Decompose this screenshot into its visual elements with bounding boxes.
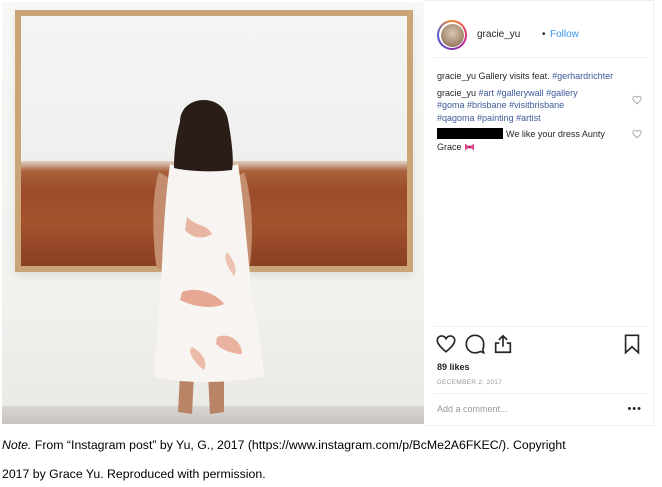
- comment-username[interactable]: gracie_yu: [437, 71, 476, 81]
- add-comment-bar: Add a comment... •••: [433, 393, 648, 424]
- post-actions: 89 likes DECEMBER 2, 2017 Add a comment.…: [433, 326, 648, 423]
- avatar-image: [440, 23, 464, 47]
- comment-bubble-icon[interactable]: [464, 333, 486, 355]
- woman-figure: [153, 99, 264, 414]
- hashtag[interactable]: #art: [479, 88, 495, 98]
- note-line-2: 2017 by Grace Yu. Reproduced with permis…: [2, 467, 266, 481]
- post-side-panel: gracie_yu • Follow gracie_yu Gallery vis…: [433, 8, 648, 423]
- hashtag[interactable]: #qagoma: [437, 113, 475, 123]
- avatar[interactable]: [437, 20, 467, 50]
- note-line-1: Note. From “Instagram post” by Yu, G., 2…: [2, 431, 660, 460]
- hashtag[interactable]: #brisbane: [467, 100, 507, 110]
- header-username[interactable]: gracie_yu: [477, 29, 520, 40]
- hashtag[interactable]: #painting: [477, 113, 514, 123]
- more-options-button[interactable]: •••: [627, 403, 642, 415]
- hashtag[interactable]: #goma: [437, 100, 465, 110]
- friend-comment: We like your dress Aunty Grace: [437, 128, 642, 153]
- follow-button[interactable]: Follow: [550, 29, 579, 40]
- hashtag[interactable]: #gerhardrichter: [552, 71, 613, 81]
- redacted-username: [437, 128, 503, 139]
- share-icon[interactable]: [492, 333, 514, 355]
- likes-count[interactable]: 89 likes: [437, 362, 470, 372]
- small-heart-icon[interactable]: [632, 95, 642, 105]
- note-text-1: From “Instagram post” by Yu, G., 2017 (h…: [31, 438, 566, 452]
- note-label: Note.: [2, 438, 32, 452]
- hashtag[interactable]: #gallery: [546, 88, 578, 98]
- hashtag[interactable]: #artist: [516, 113, 541, 123]
- post-header: gracie_yu • Follow: [433, 8, 648, 58]
- caption-comment: gracie_yu Gallery visits feat. #gerhardr…: [437, 70, 642, 83]
- comment-username[interactable]: gracie_yu: [437, 88, 476, 98]
- post-photo[interactable]: [2, 2, 424, 424]
- post-date: DECEMBER 2, 2017: [437, 379, 503, 386]
- bookmark-icon[interactable]: [621, 333, 643, 355]
- figure-note: Note. From “Instagram post” by Yu, G., 2…: [2, 431, 660, 487]
- hashtag-comment: gracie_yu #art #gallerywall #gallery #go…: [437, 87, 642, 125]
- add-comment-input[interactable]: Add a comment...: [437, 404, 508, 414]
- heart-icon[interactable]: [435, 333, 457, 355]
- avatar-ring: [439, 22, 465, 48]
- header-separator: •: [542, 29, 546, 40]
- ribbon-icon: [465, 143, 475, 150]
- hashtag[interactable]: #visitbrisbane: [509, 100, 564, 110]
- comments-list: gracie_yu Gallery visits feat. #gerhardr…: [437, 70, 642, 157]
- small-heart-icon[interactable]: [632, 129, 642, 139]
- comment-text: Gallery visits feat.: [478, 71, 550, 81]
- hashtag[interactable]: #gallerywall: [497, 88, 544, 98]
